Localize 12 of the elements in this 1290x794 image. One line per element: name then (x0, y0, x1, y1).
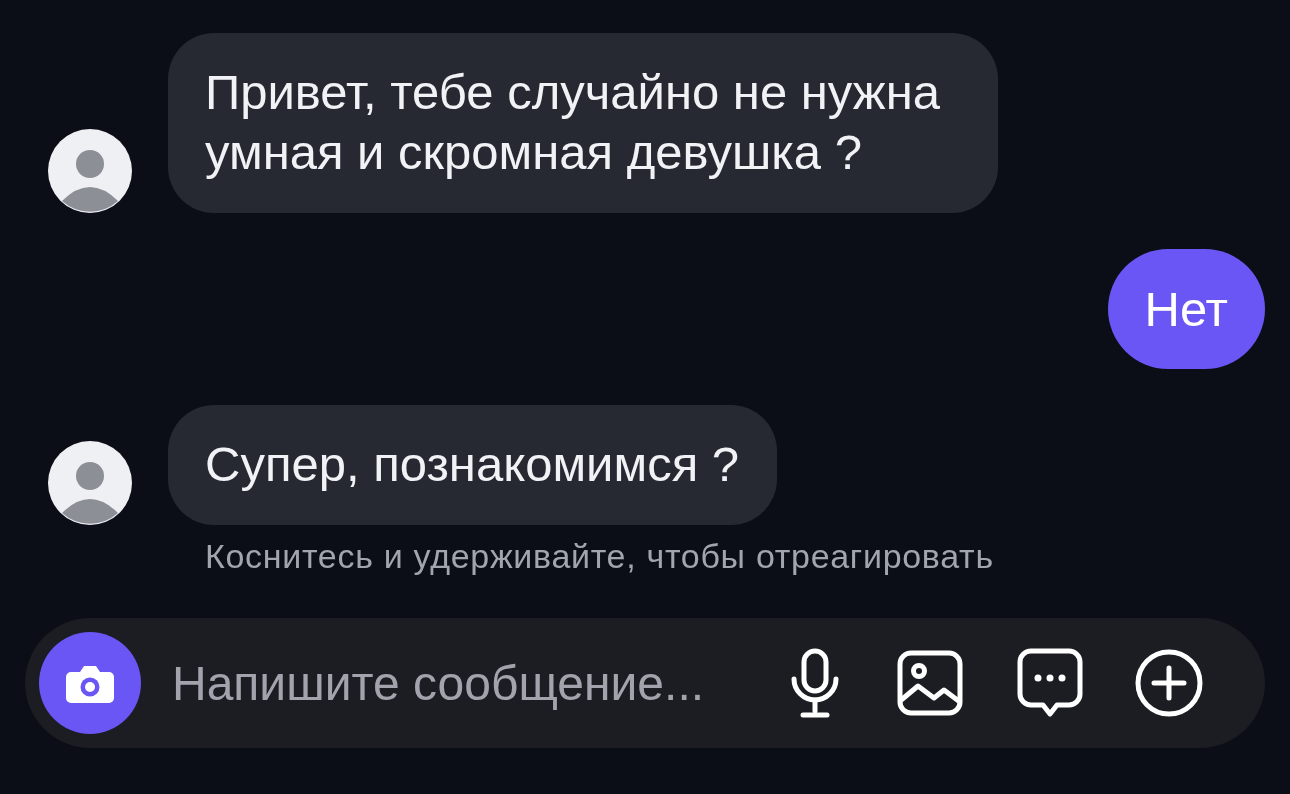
image-icon[interactable] (897, 650, 963, 716)
add-icon[interactable] (1135, 649, 1203, 717)
chat-icon[interactable] (1017, 648, 1083, 718)
camera-icon (66, 663, 114, 703)
outgoing-message: Нет (1107, 249, 1265, 369)
message-input[interactable]: Напишите сообщение... (172, 651, 760, 715)
reaction-hint: Коснитесь и удерживайте, чтобы отреагировать (205, 536, 994, 576)
avatar-icon (48, 441, 132, 525)
avatar-icon (48, 129, 132, 213)
microphone-icon[interactable] (790, 648, 840, 718)
incoming-message: Привет, тебе случайно не нужна умная и скромная девушка ? (168, 33, 998, 213)
incoming-message: Супер, познакомимся ? (168, 405, 778, 525)
